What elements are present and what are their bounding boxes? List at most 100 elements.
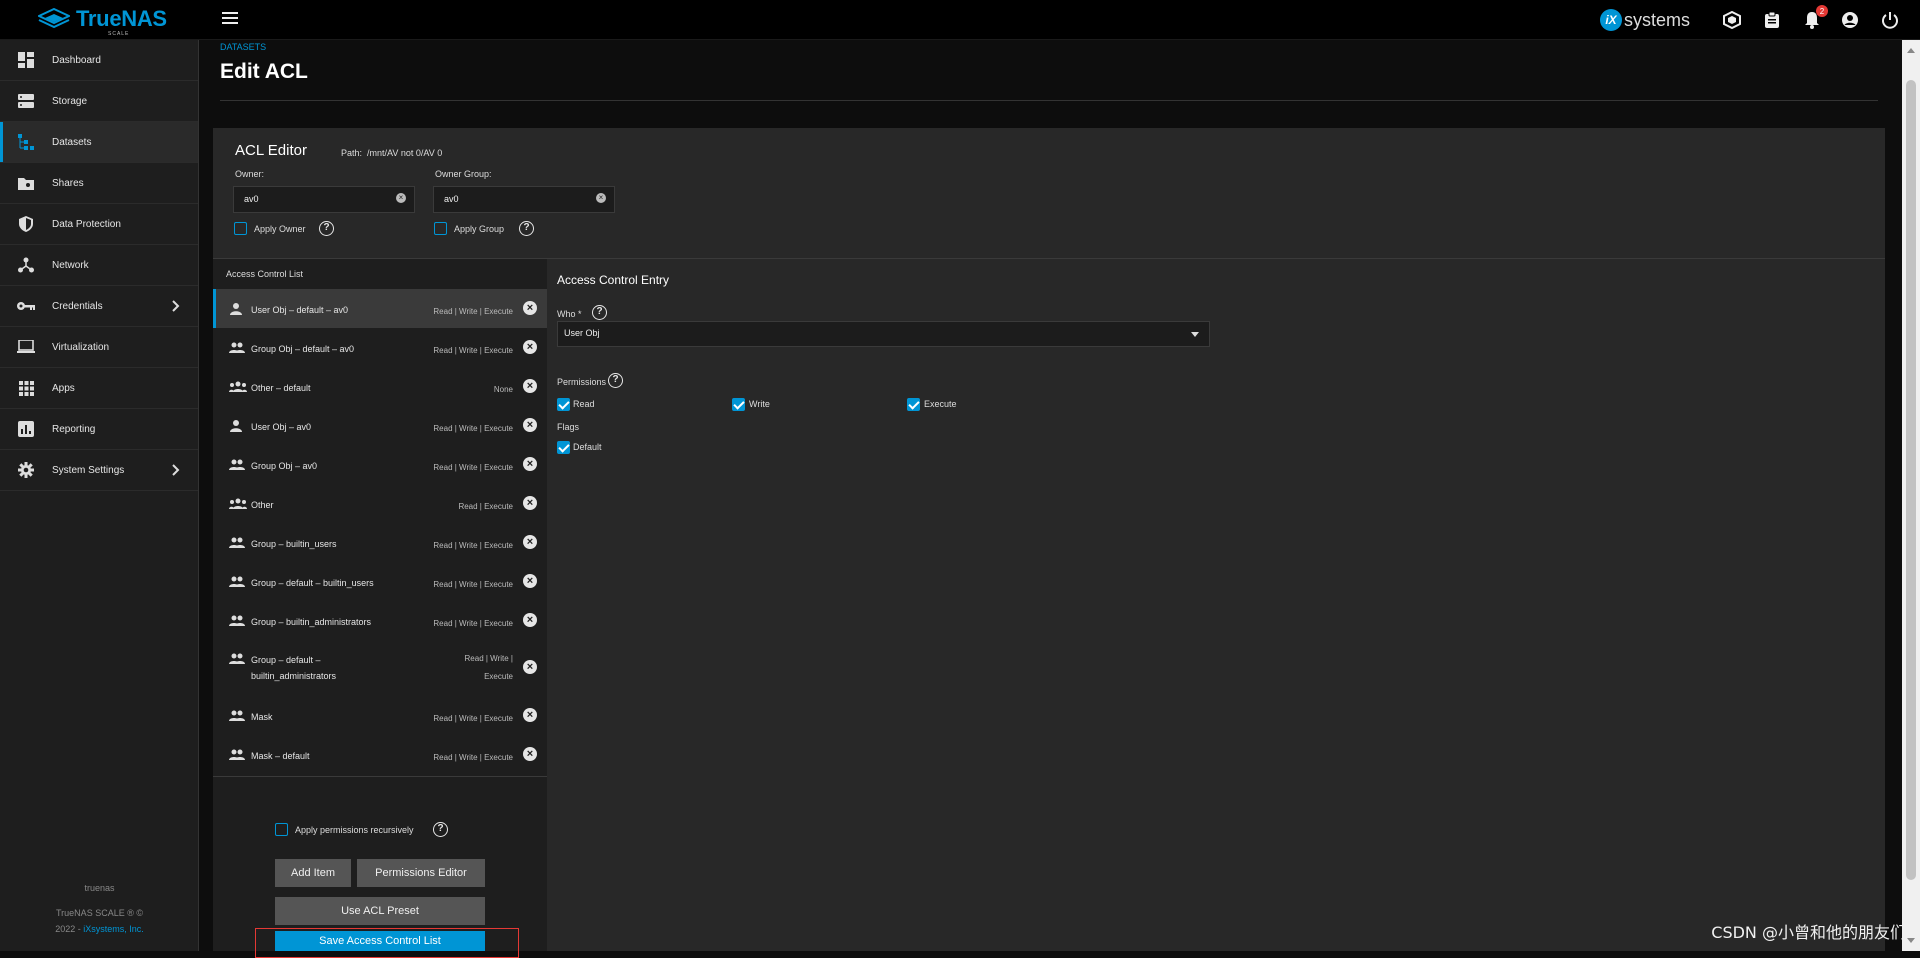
sidebar-item-reporting[interactable]: Reporting [0, 409, 198, 450]
datasets-icon [0, 134, 52, 150]
sidebar: Dashboard Storage Datasets Shares Data P… [0, 40, 199, 951]
remove-entry-icon[interactable]: × [523, 457, 537, 471]
acl-entry[interactable]: Other – default None × [213, 367, 547, 406]
help-icon[interactable]: ? [319, 221, 334, 236]
acl-entry[interactable]: Group Obj – av0 Read | Write | Execute × [213, 445, 547, 484]
acl-entry[interactable]: Group Obj – default – av0 Read | Write |… [213, 328, 547, 367]
group-icon [229, 575, 245, 593]
scrollbar-thumb[interactable] [1906, 80, 1916, 880]
owner-value: av0 [244, 194, 259, 204]
shield-icon [0, 216, 52, 232]
remove-entry-icon[interactable]: × [523, 535, 537, 549]
acl-editor-title: ACL Editor [235, 142, 307, 159]
owner-field[interactable]: av0 × [233, 186, 415, 213]
acl-entry-name: Group – builtin_administrators [251, 614, 401, 630]
sidebar-item-virtualization[interactable]: Virtualization [0, 327, 198, 368]
remove-entry-icon[interactable]: × [523, 747, 537, 761]
clear-icon[interactable]: × [396, 193, 406, 203]
company-link[interactable]: iXsystems, Inc. [83, 924, 144, 934]
path-display: Path: /mnt/AV not 0/AV 0 [341, 148, 442, 158]
acl-entry[interactable]: Mask Read | Write | Execute × [213, 696, 547, 735]
sidebar-item-datasets[interactable]: Datasets [0, 122, 198, 163]
acl-entry[interactable]: Mask – default Read | Write | Execute × [213, 735, 547, 774]
permissions-editor-button[interactable]: Permissions Editor [357, 859, 485, 887]
truecommand-icon[interactable] [1722, 10, 1742, 30]
truenas-logo[interactable]: TrueNAS SCALE [38, 6, 167, 32]
help-icon[interactable]: ? [433, 822, 448, 837]
acl-entry[interactable]: Group – default – builtin_users Read | W… [213, 562, 547, 601]
acl-entry[interactable]: User Obj – default – av0 Read | Write | … [213, 289, 547, 328]
acl-entry[interactable]: User Obj – av0 Read | Write | Execute × [213, 406, 547, 445]
page-title: Edit ACL [220, 60, 308, 84]
acl-entry[interactable]: Group – builtin_administrators Read | Wr… [213, 601, 547, 640]
write-checkbox[interactable] [732, 398, 745, 411]
chart-icon [0, 421, 52, 437]
notifications-bell-icon[interactable]: 2 [1802, 10, 1822, 30]
remove-entry-icon[interactable]: × [523, 340, 537, 354]
who-select[interactable]: User Obj [557, 321, 1210, 347]
permissions-label: Permissions [557, 377, 606, 387]
apply-recursively-label: Apply permissions recursively [295, 825, 414, 835]
chevron-right-icon [172, 299, 180, 317]
acl-heading: Access Control List [226, 269, 303, 279]
remove-entry-icon[interactable]: × [523, 708, 537, 722]
save-acl-button[interactable]: Save Access Control List [275, 931, 485, 951]
dashboard-icon [0, 52, 52, 68]
add-item-button[interactable]: Add Item [275, 859, 351, 887]
read-checkbox[interactable] [557, 398, 570, 411]
acl-entry[interactable]: Group – default – builtin_administrators… [213, 640, 547, 696]
acl-entry-name: Group – builtin_users [251, 536, 401, 552]
remove-entry-icon[interactable]: × [523, 496, 537, 510]
jobs-clipboard-icon[interactable] [1762, 10, 1782, 30]
sidebar-item-dashboard[interactable]: Dashboard [0, 40, 198, 81]
remove-entry-icon[interactable]: × [523, 418, 537, 432]
breadcrumb[interactable]: DATASETS [220, 42, 266, 52]
sidebar-item-shares[interactable]: Shares [0, 163, 198, 204]
remove-entry-icon[interactable]: × [523, 660, 537, 674]
apply-group-label: Apply Group [454, 224, 504, 234]
help-icon[interactable]: ? [519, 221, 534, 236]
remove-entry-icon[interactable]: × [523, 574, 537, 588]
main-content: DATASETS Edit ACL ACL Editor Path: /mnt/… [200, 40, 1900, 951]
copyright-line: 2022 - iXsystems, Inc. [0, 924, 199, 934]
remove-entry-icon[interactable]: × [523, 379, 537, 393]
acl-entry[interactable]: Group – builtin_users Read | Write | Exe… [213, 523, 547, 562]
help-icon[interactable]: ? [608, 373, 623, 388]
apply-recursively-checkbox[interactable] [275, 823, 288, 836]
menu-toggle-button[interactable] [222, 12, 238, 26]
sidebar-item-storage[interactable]: Storage [0, 81, 198, 122]
ixsystems-logo[interactable]: iX systems [1600, 9, 1690, 31]
ix-wordmark: systems [1624, 10, 1690, 31]
page-scrollbar[interactable] [1902, 40, 1920, 951]
sidebar-item-label: Credentials [52, 301, 103, 312]
sidebar-item-network[interactable]: Network [0, 245, 198, 286]
scroll-down-icon[interactable] [1907, 938, 1915, 943]
sidebar-item-data-protection[interactable]: Data Protection [0, 204, 198, 245]
owner-label: Owner: [235, 169, 264, 179]
execute-checkbox[interactable] [907, 398, 920, 411]
sidebar-item-apps[interactable]: Apps [0, 368, 198, 409]
acl-entry-perm: Read | Write | Execute [433, 459, 513, 477]
remove-entry-icon[interactable]: × [523, 301, 537, 315]
default-flag-checkbox[interactable] [557, 441, 570, 454]
notification-badge: 2 [1816, 5, 1828, 17]
flags-label: Flags [557, 422, 579, 432]
hostname-label: truenas [0, 883, 199, 893]
use-acl-preset-button[interactable]: Use ACL Preset [275, 897, 485, 925]
chevron-right-icon [172, 463, 180, 481]
power-icon[interactable] [1880, 10, 1900, 30]
account-icon[interactable] [1840, 10, 1860, 30]
sidebar-item-label: Reporting [52, 424, 95, 435]
owner-group-field[interactable]: av0 × [433, 186, 615, 213]
clear-icon[interactable]: × [596, 193, 606, 203]
apply-group-checkbox[interactable] [434, 222, 447, 235]
scroll-up-icon[interactable] [1907, 48, 1915, 53]
acl-entry[interactable]: Other Read | Execute × [213, 484, 547, 523]
sidebar-item-label: Datasets [52, 137, 91, 148]
sidebar-item-system-settings[interactable]: System Settings [0, 450, 198, 491]
remove-entry-icon[interactable]: × [523, 613, 537, 627]
help-icon[interactable]: ? [592, 305, 607, 320]
truenas-logo-icon [38, 8, 70, 30]
sidebar-item-credentials[interactable]: Credentials [0, 286, 198, 327]
apply-owner-checkbox[interactable] [234, 222, 247, 235]
